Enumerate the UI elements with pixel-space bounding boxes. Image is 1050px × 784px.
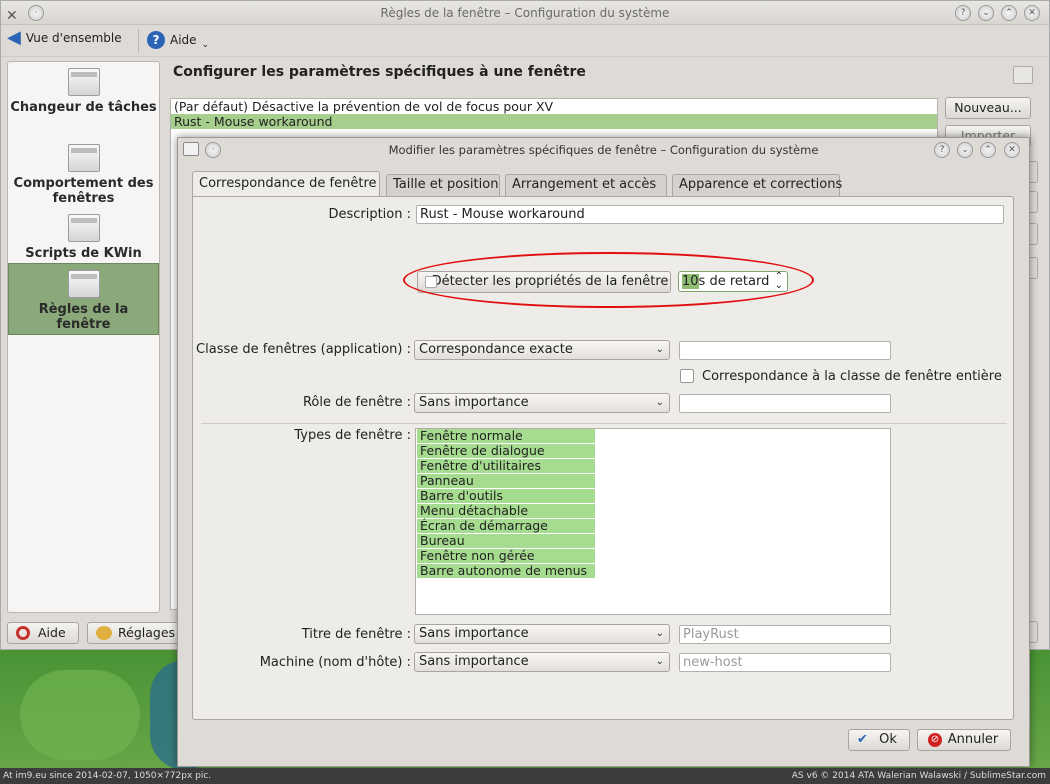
dialog-titlebar: · Modifier les paramètres spécifiques de… — [178, 138, 1029, 162]
tab-arrangement-access[interactable]: Arrangement et accès — [505, 174, 667, 196]
window-title-label: Titre de fenêtre : — [301, 627, 411, 642]
chevron-down-icon: ⌄ — [655, 397, 664, 408]
list-item[interactable]: Barre d'outils — [417, 489, 595, 504]
cancel-icon: ⊘ — [928, 733, 942, 747]
wallpaper-shape — [20, 670, 140, 760]
new-rule-button[interactable]: Nouveau... — [945, 97, 1031, 119]
list-item[interactable]: (Par défaut) Désactive la prévention de … — [171, 99, 937, 114]
whole-class-checkbox[interactable] — [680, 369, 694, 383]
sidebar-item-task-switcher[interactable]: Changeur de tâches — [8, 68, 159, 115]
pin-button[interactable]: · — [28, 5, 44, 21]
window-titlebar: ✕ · Règles de la fenêtre – Configuration… — [1, 1, 1049, 25]
window-title: Règles de la fenêtre – Configuration du … — [380, 6, 670, 20]
window-gear-icon — [67, 144, 100, 172]
help-menu-button[interactable]: ? Aide ⌄ — [147, 30, 209, 50]
description-field[interactable]: Rust - Mouse workaround — [416, 205, 1004, 224]
module-sidebar: Changeur de tâches Comportement des fenê… — [7, 61, 160, 613]
help-lifebuoy-icon — [16, 626, 30, 640]
chevron-down-icon: ⌄ — [655, 344, 664, 355]
highlight-oval-annotation — [403, 252, 814, 308]
settings-gear-icon[interactable] — [1013, 66, 1033, 84]
list-item[interactable]: Fenêtre non gérée — [417, 549, 595, 564]
pin-button[interactable]: · — [205, 142, 221, 158]
chevron-down-icon: ⌄ — [201, 40, 210, 50]
list-item[interactable]: Bureau — [417, 534, 595, 549]
list-item[interactable]: Fenêtre de dialogue — [417, 444, 595, 459]
list-item[interactable]: Menu détachable — [417, 504, 595, 519]
settings-bottom-button[interactable]: Réglages — [87, 622, 179, 644]
cancel-button[interactable]: ⊘ Annuler — [917, 729, 1011, 751]
minimize-button[interactable]: ⌄ — [978, 5, 994, 21]
whole-class-label: Correspondance à la classe de fenêtre en… — [702, 369, 1002, 384]
list-item[interactable]: Fenêtre normale — [417, 429, 595, 444]
list-item[interactable]: Barre autonome de menus — [417, 564, 595, 579]
description-label: Description : — [328, 207, 411, 222]
minimize-button[interactable]: ⌄ — [957, 142, 973, 158]
list-item[interactable]: Rust - Mouse workaround — [171, 114, 937, 129]
close-button[interactable]: ✕ — [1024, 5, 1040, 21]
tab-size-position[interactable]: Taille et position — [386, 174, 500, 196]
close-button[interactable]: ✕ — [1004, 142, 1020, 158]
dialog-app-icon — [183, 142, 199, 156]
list-item[interactable]: Panneau — [417, 474, 595, 489]
window-types-label: Types de fenêtre : — [294, 428, 411, 443]
window-icon — [67, 68, 100, 96]
tab-appearance-fixes[interactable]: Apparence et corrections — [672, 174, 842, 196]
section-divider — [201, 423, 1007, 424]
arrow-left-icon: ◀ — [7, 27, 21, 48]
sidebar-item-window-rules[interactable]: Règles de la fenêtre — [8, 263, 159, 335]
machine-match-select[interactable]: Sans importance ⌄ — [414, 652, 670, 672]
defaults-icon — [96, 626, 112, 640]
window-class-match-select[interactable]: Correspondance exacte ⌄ — [414, 340, 670, 360]
window-class-field[interactable] — [679, 341, 891, 360]
sidebar-item-kwin-scripts[interactable]: Scripts de KWin — [8, 214, 159, 261]
page-title: Configurer les paramètres spécifiques à … — [173, 64, 586, 80]
role-label: Rôle de fenêtre : — [302, 395, 411, 410]
window-title-match-select[interactable]: Sans importance ⌄ — [414, 624, 670, 644]
dialog-title: Modifier les paramètres spécifiques de f… — [388, 143, 819, 157]
tab-window-matching[interactable]: Correspondance de fenêtre — [192, 171, 380, 197]
window-gear-icon — [67, 214, 100, 242]
window-gear-icon — [67, 270, 100, 298]
toolbar: ◀ Vue d'ensemble ? Aide ⌄ — [1, 25, 1049, 57]
help-window-button[interactable]: ? — [934, 142, 950, 158]
help-bottom-button[interactable]: Aide — [7, 622, 79, 644]
edit-rule-dialog: · Modifier les paramètres spécifiques de… — [177, 137, 1030, 767]
list-item[interactable]: Fenêtre d'utilitaires — [417, 459, 595, 474]
ok-button[interactable]: ✔ Ok — [848, 729, 910, 751]
list-item[interactable]: Écran de démarrage — [417, 519, 595, 534]
chevron-down-icon: ⌄ — [655, 656, 664, 667]
check-icon: ✔ — [857, 732, 868, 747]
role-field[interactable] — [679, 394, 891, 413]
sidebar-item-window-behavior[interactable]: Comportement des fenêtres — [8, 144, 159, 206]
maximize-button[interactable]: ⌃ — [980, 142, 996, 158]
machine-label: Machine (nom d'hôte) : — [259, 655, 411, 670]
machine-field[interactable]: new-host — [679, 653, 891, 672]
chevron-down-icon: ⌄ — [655, 628, 664, 639]
back-overview-button[interactable]: ◀ Vue d'ensemble — [7, 27, 122, 48]
role-match-select[interactable]: Sans importance ⌄ — [414, 393, 670, 413]
window-title-field[interactable]: PlayRust — [679, 625, 891, 644]
maximize-button[interactable]: ⌃ — [1001, 5, 1017, 21]
watermark-footer: At im9.eu since 2014-02-07, 1050×772px p… — [0, 768, 1050, 784]
help-window-button[interactable]: ? — [955, 5, 971, 21]
toolbar-separator — [138, 29, 139, 53]
window-class-label: Classe de fenêtres (application) : — [196, 342, 411, 357]
window-types-list[interactable]: Fenêtre normale Fenêtre de dialogue Fenêtr… — [415, 428, 891, 615]
help-icon: ? — [147, 31, 165, 49]
